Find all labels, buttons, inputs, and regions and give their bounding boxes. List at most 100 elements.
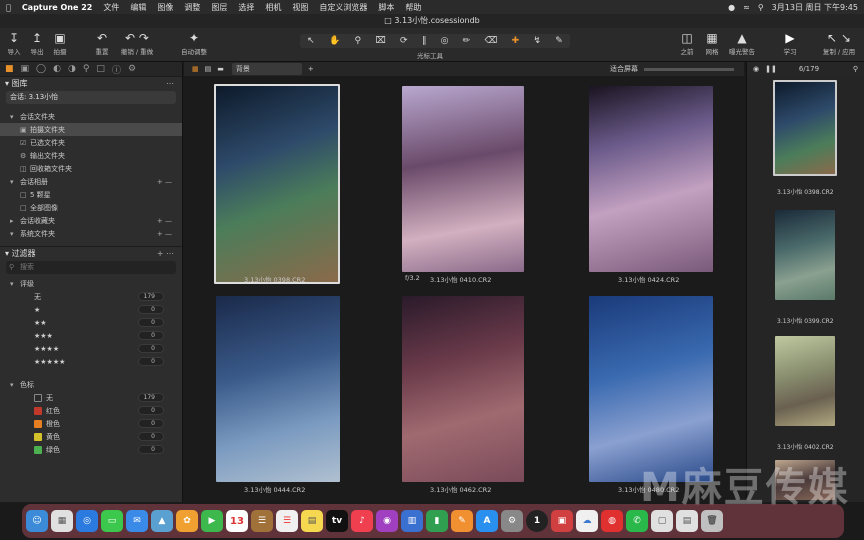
datetime[interactable]: 3月13日 周日 下午9:45 bbox=[772, 2, 858, 13]
thumbnail-0444[interactable] bbox=[216, 296, 340, 482]
thumbnail-size-slider[interactable] bbox=[644, 67, 734, 71]
session-select[interactable]: 会话: 3.13小怡 bbox=[6, 91, 176, 104]
contacts-icon[interactable]: ☰ bbox=[251, 510, 273, 532]
metadata-tab-icon[interactable]: ⓘ bbox=[112, 63, 121, 76]
finder-icon[interactable]: ☺ bbox=[26, 510, 48, 532]
brush-icon[interactable]: ✏ bbox=[463, 36, 471, 46]
capture-tab-icon[interactable]: ▣ bbox=[21, 64, 30, 74]
filmstrip-view-icon[interactable]: ▬ bbox=[217, 65, 224, 73]
zoom-fit-select[interactable]: 适合屏幕 bbox=[610, 64, 638, 74]
rating-row-1[interactable]: ★ 0 bbox=[0, 303, 182, 316]
apple-icon[interactable]:  bbox=[6, 3, 11, 12]
session-favorites-header[interactable]: ▸ 会话收藏夹 + — bbox=[0, 214, 182, 227]
trash-icon[interactable]: 🗑 bbox=[701, 510, 723, 532]
thumbnail-0462[interactable] bbox=[402, 296, 524, 482]
color-row-yellow[interactable]: 黄色 0 bbox=[0, 430, 182, 443]
grid-view-icon[interactable]: ▦ bbox=[192, 65, 199, 73]
menu-custom-browser[interactable]: 自定义浏览器 bbox=[319, 2, 367, 13]
settings-icon[interactable]: ⚙ bbox=[501, 510, 523, 532]
menu-layer[interactable]: 图层 bbox=[211, 2, 227, 13]
keynote-icon[interactable]: ▥ bbox=[401, 510, 423, 532]
exposure-tab-icon[interactable]: ◑ bbox=[68, 64, 76, 74]
undo-redo-button[interactable]: ↶ ↷ 撤销 / 重做 bbox=[117, 30, 157, 56]
folder-capture[interactable]: ▣ 拍摄文件夹 bbox=[0, 123, 182, 136]
annotate-icon[interactable]: ✎ bbox=[555, 36, 563, 46]
color-row-red[interactable]: 红色 0 bbox=[0, 404, 182, 417]
music-icon[interactable]: ♪ bbox=[351, 510, 373, 532]
copy-apply-button[interactable]: ↖ ↘ 复制 / 应用 bbox=[818, 30, 860, 56]
app-icon[interactable]: ▣ bbox=[551, 510, 573, 532]
grid-button[interactable]: ▦ 网格 bbox=[701, 30, 723, 56]
messages-icon[interactable]: ▭ bbox=[101, 510, 123, 532]
eraser-icon[interactable]: ⌫ bbox=[485, 36, 498, 46]
heal-icon[interactable]: ✚ bbox=[512, 36, 520, 46]
add-layer-icon[interactable]: + bbox=[308, 65, 314, 73]
add-favorite-icon[interactable]: + — bbox=[157, 217, 172, 225]
reset-button[interactable]: ↶ 重置 bbox=[90, 30, 114, 56]
wifi-icon[interactable]: ≈ bbox=[743, 3, 750, 12]
add-album-icon[interactable]: + — bbox=[157, 178, 172, 186]
filmstrip-thumb-0402[interactable] bbox=[775, 336, 835, 426]
add-system-folder-icon[interactable]: + — bbox=[157, 230, 172, 238]
add-filter-icon[interactable]: + ⋯ bbox=[157, 249, 182, 258]
rating-row-5[interactable]: ★★★★★ 0 bbox=[0, 355, 182, 368]
album-all-images[interactable]: □ 全部图像 bbox=[0, 201, 182, 214]
folder-trash[interactable]: ◫ 回收箱文件夹 bbox=[0, 162, 182, 175]
search-icon[interactable]: ⚲ bbox=[758, 3, 764, 12]
keystone-icon[interactable]: ∥ bbox=[422, 36, 427, 46]
color-row-orange[interactable]: 橙色 0 bbox=[0, 417, 182, 430]
capture-button[interactable]: ▣ 拍摄 bbox=[50, 30, 70, 56]
more-icon[interactable]: ⋯ bbox=[166, 79, 182, 88]
color-tag-header[interactable]: ▾ 色标 bbox=[0, 378, 182, 391]
mask-icon[interactable]: ◎ bbox=[441, 36, 449, 46]
status-icon[interactable]: ● bbox=[728, 3, 735, 12]
appletv-icon[interactable]: tv bbox=[326, 510, 348, 532]
list-view-icon[interactable]: ▤ bbox=[205, 65, 212, 73]
menu-view[interactable]: 视图 bbox=[292, 2, 308, 13]
baidu-netdisk-icon[interactable]: ☁ bbox=[576, 510, 598, 532]
thumbnail-0424[interactable] bbox=[589, 86, 713, 272]
system-folders-header[interactable]: ▾ 系统文件夹 + — bbox=[0, 227, 182, 240]
filter-search-input[interactable]: ⚲ 搜索 bbox=[6, 261, 176, 274]
output-tab-icon[interactable]: ⚙ bbox=[128, 64, 136, 74]
session-albums-header[interactable]: ▾ 会话相册 + — bbox=[0, 175, 182, 188]
library-header[interactable]: ▾ 图库 ⋯ bbox=[0, 76, 182, 89]
pause-icon[interactable]: ❚❚ bbox=[765, 65, 777, 73]
rating-header[interactable]: ▾ 评级 bbox=[0, 277, 182, 290]
menu-camera[interactable]: 相机 bbox=[265, 2, 281, 13]
auto-adjust-button[interactable]: ✦ 自动调整 bbox=[178, 30, 210, 56]
library-tab-icon[interactable]: ■ bbox=[5, 64, 14, 74]
wechat-icon[interactable]: ✆ bbox=[626, 510, 648, 532]
color-row-none[interactable]: 无 179 bbox=[0, 391, 182, 404]
menu-help[interactable]: 帮助 bbox=[405, 2, 421, 13]
notes-icon[interactable]: ▤ bbox=[301, 510, 323, 532]
album-5-stars[interactable]: □ 5 颗星 bbox=[0, 188, 182, 201]
facetime-icon[interactable]: ▶ bbox=[201, 510, 223, 532]
adjust-tab-icon[interactable]: □ bbox=[96, 64, 105, 74]
eye-icon[interactable]: ◉ bbox=[753, 65, 759, 73]
filmstrip-thumb-0399[interactable] bbox=[775, 210, 835, 300]
pages-icon[interactable]: ✎ bbox=[451, 510, 473, 532]
thumbnail-0398[interactable] bbox=[214, 84, 340, 284]
rating-row-3[interactable]: ★★★ 0 bbox=[0, 329, 182, 342]
app-menu[interactable]: Capture One 22 bbox=[22, 3, 93, 12]
filmstrip-search-icon[interactable]: ⚲ bbox=[853, 65, 858, 73]
folder-output[interactable]: ⚙ 输出文件夹 bbox=[0, 149, 182, 162]
import-button[interactable]: ↧ 导入 bbox=[4, 30, 24, 56]
lens-tab-icon[interactable]: ◯ bbox=[36, 64, 46, 74]
pan-icon[interactable]: ✋ bbox=[329, 36, 340, 46]
rotate-icon[interactable]: ⟳ bbox=[400, 36, 408, 46]
thumbnail-0410[interactable] bbox=[402, 86, 524, 272]
details-tab-icon[interactable]: ⚲ bbox=[83, 64, 90, 74]
documents-icon[interactable]: ▤ bbox=[676, 510, 698, 532]
exposure-warning-button[interactable]: ▲ 曝光警告 bbox=[724, 30, 760, 56]
menu-script[interactable]: 脚本 bbox=[378, 2, 394, 13]
menu-edit[interactable]: 编辑 bbox=[130, 2, 146, 13]
captureone-icon[interactable]: 1 bbox=[526, 510, 548, 532]
filters-header[interactable]: ▾ 过滤器 + ⋯ bbox=[0, 246, 182, 259]
color-tab-icon[interactable]: ◐ bbox=[53, 64, 61, 74]
menu-adjust[interactable]: 调整 bbox=[184, 2, 200, 13]
layer-select[interactable]: 背景 bbox=[231, 63, 302, 75]
netease-music-icon[interactable]: ◍ bbox=[601, 510, 623, 532]
launchpad-icon[interactable]: ▦ bbox=[51, 510, 73, 532]
